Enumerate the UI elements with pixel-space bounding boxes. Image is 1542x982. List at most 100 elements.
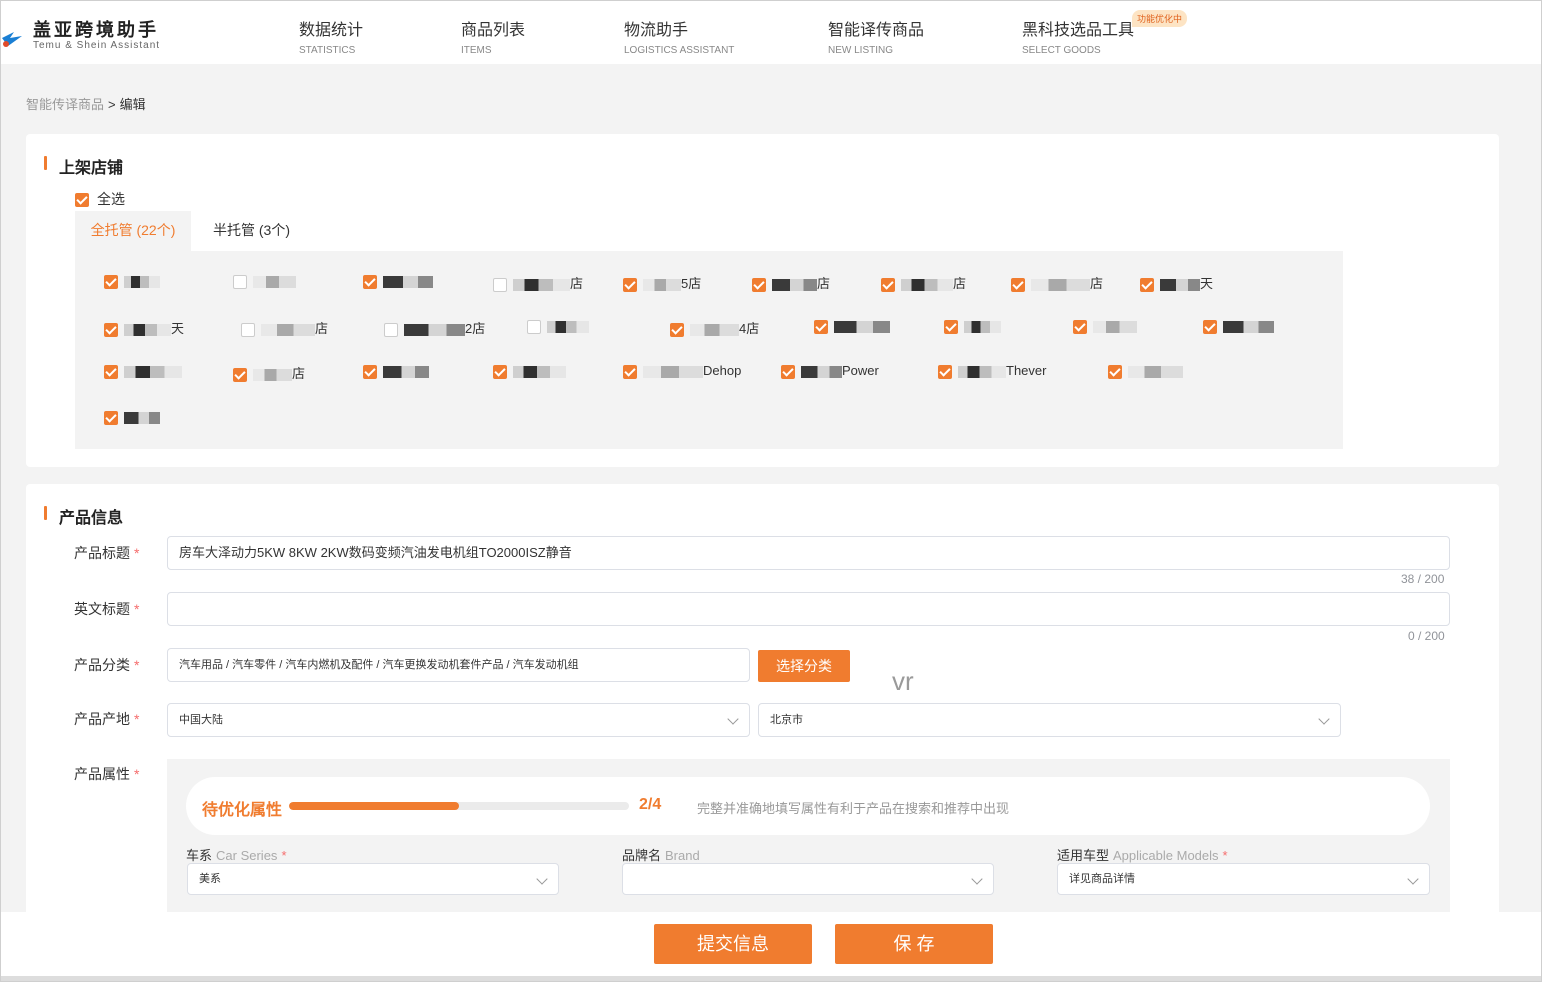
attr-hint: 完整并准确地填写属性有利于产品在搜索和推荐中出现	[697, 801, 1010, 816]
store-checkbox[interactable]	[1073, 318, 1137, 334]
checkbox-checked[interactable]	[881, 277, 895, 292]
english-title-input[interactable]	[167, 592, 1450, 626]
checkbox-checked[interactable]	[1108, 364, 1122, 379]
applicable-models-select[interactable]: 详见商品详情	[1057, 863, 1430, 895]
store-checkbox[interactable]	[814, 318, 890, 334]
store-checkbox[interactable]: 天	[104, 318, 184, 337]
redacted-store-name	[643, 278, 681, 291]
store-checkbox[interactable]	[944, 318, 1001, 334]
redacted-store-name	[513, 365, 566, 378]
store-checkbox[interactable]	[104, 409, 160, 425]
checkbox-checked[interactable]	[781, 364, 795, 379]
store-checkbox[interactable]	[1108, 363, 1183, 379]
store-checkbox[interactable]: 店	[493, 273, 583, 292]
required-mark: *	[134, 545, 140, 561]
checkbox-unchecked[interactable]	[241, 322, 255, 337]
select-all-checkbox[interactable]: 全选	[75, 189, 125, 209]
store-name: 店	[570, 276, 584, 291]
category-label: 产品分类 *	[74, 655, 139, 675]
checkbox-checked[interactable]	[1011, 277, 1025, 292]
store-checkbox[interactable]	[233, 273, 296, 289]
store-name: 店	[953, 276, 967, 291]
store-name: 店	[315, 321, 329, 336]
footer-action-bar: 提交信息 保 存	[0, 912, 1542, 982]
applicable-models-label: 适用车型 Applicable Models *	[1057, 845, 1228, 864]
attribute-progress-bar: 待优化属性 2/4 完整并准确地填写属性有利于产品在搜索和推荐中出现	[186, 777, 1430, 835]
store-checkbox[interactable]	[104, 273, 160, 289]
checkbox-checked[interactable]	[938, 364, 952, 379]
store-checkbox[interactable]: 店	[233, 363, 305, 382]
label-cn: 品牌名	[622, 848, 662, 863]
checkbox-checked[interactable]	[104, 410, 118, 425]
checkbox-unchecked[interactable]	[384, 322, 398, 337]
product-title-input[interactable]: 房车大泽动力5KW 8KW 2KW数码变频汽油发电机组TO2000ISZ静音	[167, 536, 1450, 570]
store-checkbox[interactable]	[104, 363, 182, 379]
store-checkbox[interactable]	[493, 363, 566, 379]
breadcrumb-separator: >	[108, 97, 116, 112]
progress-fill	[289, 802, 459, 810]
checkbox-checked[interactable]	[623, 364, 637, 379]
checkbox-checked[interactable]	[104, 322, 118, 337]
store-checkbox[interactable]: Dehop	[623, 363, 741, 379]
redacted-store-name	[124, 365, 182, 378]
checkbox-checked[interactable]	[814, 319, 828, 334]
store-checkbox[interactable]	[1203, 318, 1274, 334]
store-checkbox[interactable]: 店	[1011, 273, 1103, 292]
store-checkbox[interactable]: Thever	[938, 363, 1046, 379]
tab-semi-managed[interactable]: 半托管 (3个)	[213, 211, 290, 251]
checkbox-checked[interactable]	[944, 319, 958, 334]
submit-button[interactable]: 提交信息	[654, 924, 812, 964]
select-category-button[interactable]: 选择分类	[758, 650, 850, 682]
store-checkbox[interactable]	[363, 273, 433, 289]
tab-full-managed[interactable]: 全托管 (22个)	[75, 211, 191, 251]
nav-statistics[interactable]: 数据统计 STATISTICS	[299, 16, 363, 56]
nav-items[interactable]: 商品列表 ITEMS	[461, 16, 525, 56]
car-series-select[interactable]: 美系	[187, 863, 559, 895]
logo[interactable]: 盖亚跨境助手 Temu & Shein Assistant	[0, 10, 175, 54]
checkbox-checked[interactable]	[104, 274, 118, 289]
nav-sublabel: LOGISTICS ASSISTANT	[624, 45, 735, 56]
checkbox-checked[interactable]	[752, 277, 766, 292]
redacted-store-name	[261, 323, 315, 336]
store-checkbox[interactable]: 店	[241, 318, 328, 337]
checkbox-unchecked[interactable]	[527, 319, 541, 334]
required-mark: *	[134, 711, 140, 727]
breadcrumb-parent[interactable]: 智能传译商品	[26, 97, 104, 112]
checkbox-checked[interactable]	[363, 364, 377, 379]
save-button[interactable]: 保 存	[835, 924, 993, 964]
checkbox-checked[interactable]	[1203, 319, 1217, 334]
checkbox-unchecked[interactable]	[233, 274, 247, 289]
checkbox-checked[interactable]	[670, 322, 684, 337]
origin-country-select[interactable]: 中国大陆	[167, 703, 750, 737]
store-checkbox[interactable]	[363, 363, 429, 379]
checkbox-checked[interactable]	[1073, 319, 1087, 334]
nav-new-listing[interactable]: 智能译传商品 NEW LISTING	[828, 16, 924, 56]
store-checkbox[interactable]: 5店	[623, 273, 701, 292]
select-value: 详见商品详情	[1069, 873, 1135, 885]
store-checkbox[interactable]: 2店	[384, 318, 485, 337]
checkbox-checked[interactable]	[1140, 277, 1154, 292]
store-name: Dehop	[703, 363, 742, 378]
store-checkbox[interactable]: 天	[1140, 273, 1213, 292]
brand-select[interactable]	[622, 863, 994, 895]
store-checkbox[interactable]: 4店	[670, 318, 759, 337]
store-name: 店	[817, 276, 831, 291]
store-name: Power	[842, 363, 879, 378]
select-value: 美系	[199, 873, 221, 885]
checkbox-checked[interactable]	[104, 364, 118, 379]
checkbox-checked[interactable]	[363, 274, 377, 289]
nav-select-goods[interactable]: 黑科技选品工具 SELECT GOODS 功能优化中	[1022, 10, 1188, 56]
checkbox-checked[interactable]	[623, 277, 637, 292]
checkbox-unchecked[interactable]	[493, 277, 507, 292]
category-input[interactable]: 汽车用品 / 汽车零件 / 汽车内燃机及配件 / 汽车更换发动机套件产品 / 汽…	[167, 648, 750, 682]
checkbox-checked[interactable]	[493, 364, 507, 379]
nav-logistics[interactable]: 物流助手 LOGISTICS ASSISTANT	[624, 16, 734, 56]
origin-city-select[interactable]: 北京市	[758, 703, 1341, 737]
store-checkbox[interactable]: Power	[781, 363, 879, 379]
store-checkbox[interactable]	[527, 318, 589, 334]
store-name: 店	[292, 366, 306, 381]
store-checkbox[interactable]: 店	[752, 273, 830, 292]
checkbox-checked[interactable]	[75, 193, 89, 208]
checkbox-checked[interactable]	[233, 367, 247, 382]
store-checkbox[interactable]: 店	[881, 273, 966, 292]
